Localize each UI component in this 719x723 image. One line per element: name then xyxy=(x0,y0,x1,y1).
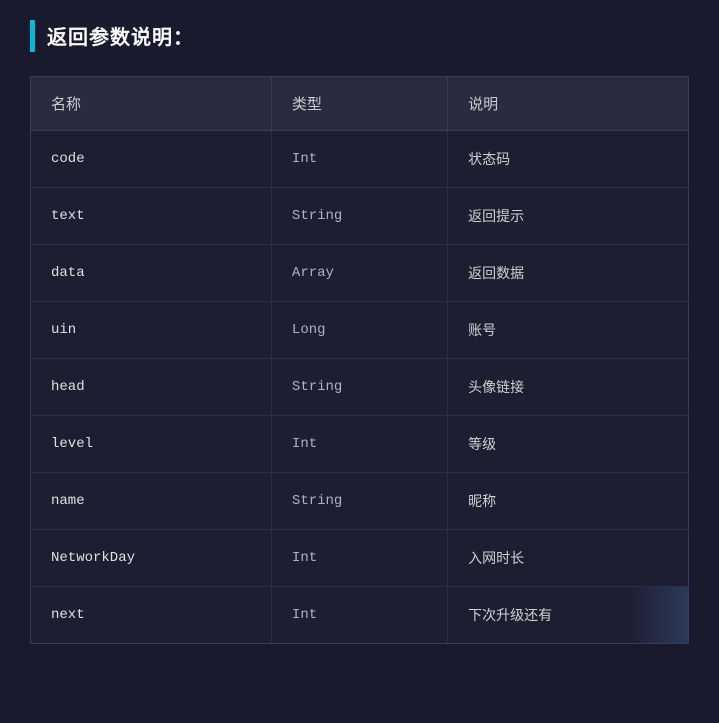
cell-type: String xyxy=(271,473,447,530)
cell-desc: 头像链接 xyxy=(448,359,689,416)
cell-type: Int xyxy=(271,131,447,188)
cell-desc: 入网时长 xyxy=(448,530,689,587)
table-row: codeInt状态码 xyxy=(31,131,689,188)
cell-type: String xyxy=(271,359,447,416)
cell-name: text xyxy=(31,188,272,245)
cell-name: name xyxy=(31,473,272,530)
cell-desc: 返回数据 xyxy=(448,245,689,302)
section-header: 返回参数说明： xyxy=(30,20,689,52)
section-indicator xyxy=(30,20,35,52)
cell-desc: 下次升级还有 xyxy=(448,587,689,644)
cell-name: next xyxy=(31,587,272,644)
cell-name: data xyxy=(31,245,272,302)
table-row: textString返回提示 xyxy=(31,188,689,245)
cell-desc: 账号 xyxy=(448,302,689,359)
table-row: nextInt下次升级还有 xyxy=(31,587,689,644)
table-row: headString头像链接 xyxy=(31,359,689,416)
cell-desc: 返回提示 xyxy=(448,188,689,245)
col-header-name: 名称 xyxy=(31,77,272,131)
table-row: dataArray返回数据 xyxy=(31,245,689,302)
cell-desc: 状态码 xyxy=(448,131,689,188)
cell-type: Array xyxy=(271,245,447,302)
col-header-type: 类型 xyxy=(271,77,447,131)
cell-type: Int xyxy=(271,416,447,473)
table-row: levelInt等级 xyxy=(31,416,689,473)
cell-type: Int xyxy=(271,530,447,587)
cell-name: NetworkDay xyxy=(31,530,272,587)
table-row: uinLong账号 xyxy=(31,302,689,359)
cell-desc: 昵称 xyxy=(448,473,689,530)
cell-name: code xyxy=(31,131,272,188)
table-row: nameString昵称 xyxy=(31,473,689,530)
params-table: 名称 类型 说明 codeInt状态码textString返回提示dataArr… xyxy=(30,76,689,644)
cell-name: head xyxy=(31,359,272,416)
cell-type: Int xyxy=(271,587,447,644)
table-row: NetworkDayInt入网时长 xyxy=(31,530,689,587)
cell-name: level xyxy=(31,416,272,473)
cell-type: Long xyxy=(271,302,447,359)
cell-desc: 等级 xyxy=(448,416,689,473)
col-header-desc: 说明 xyxy=(448,77,689,131)
cell-name: uin xyxy=(31,302,272,359)
table-header-row: 名称 类型 说明 xyxy=(31,77,689,131)
section-title: 返回参数说明： xyxy=(47,21,194,51)
cell-type: String xyxy=(271,188,447,245)
